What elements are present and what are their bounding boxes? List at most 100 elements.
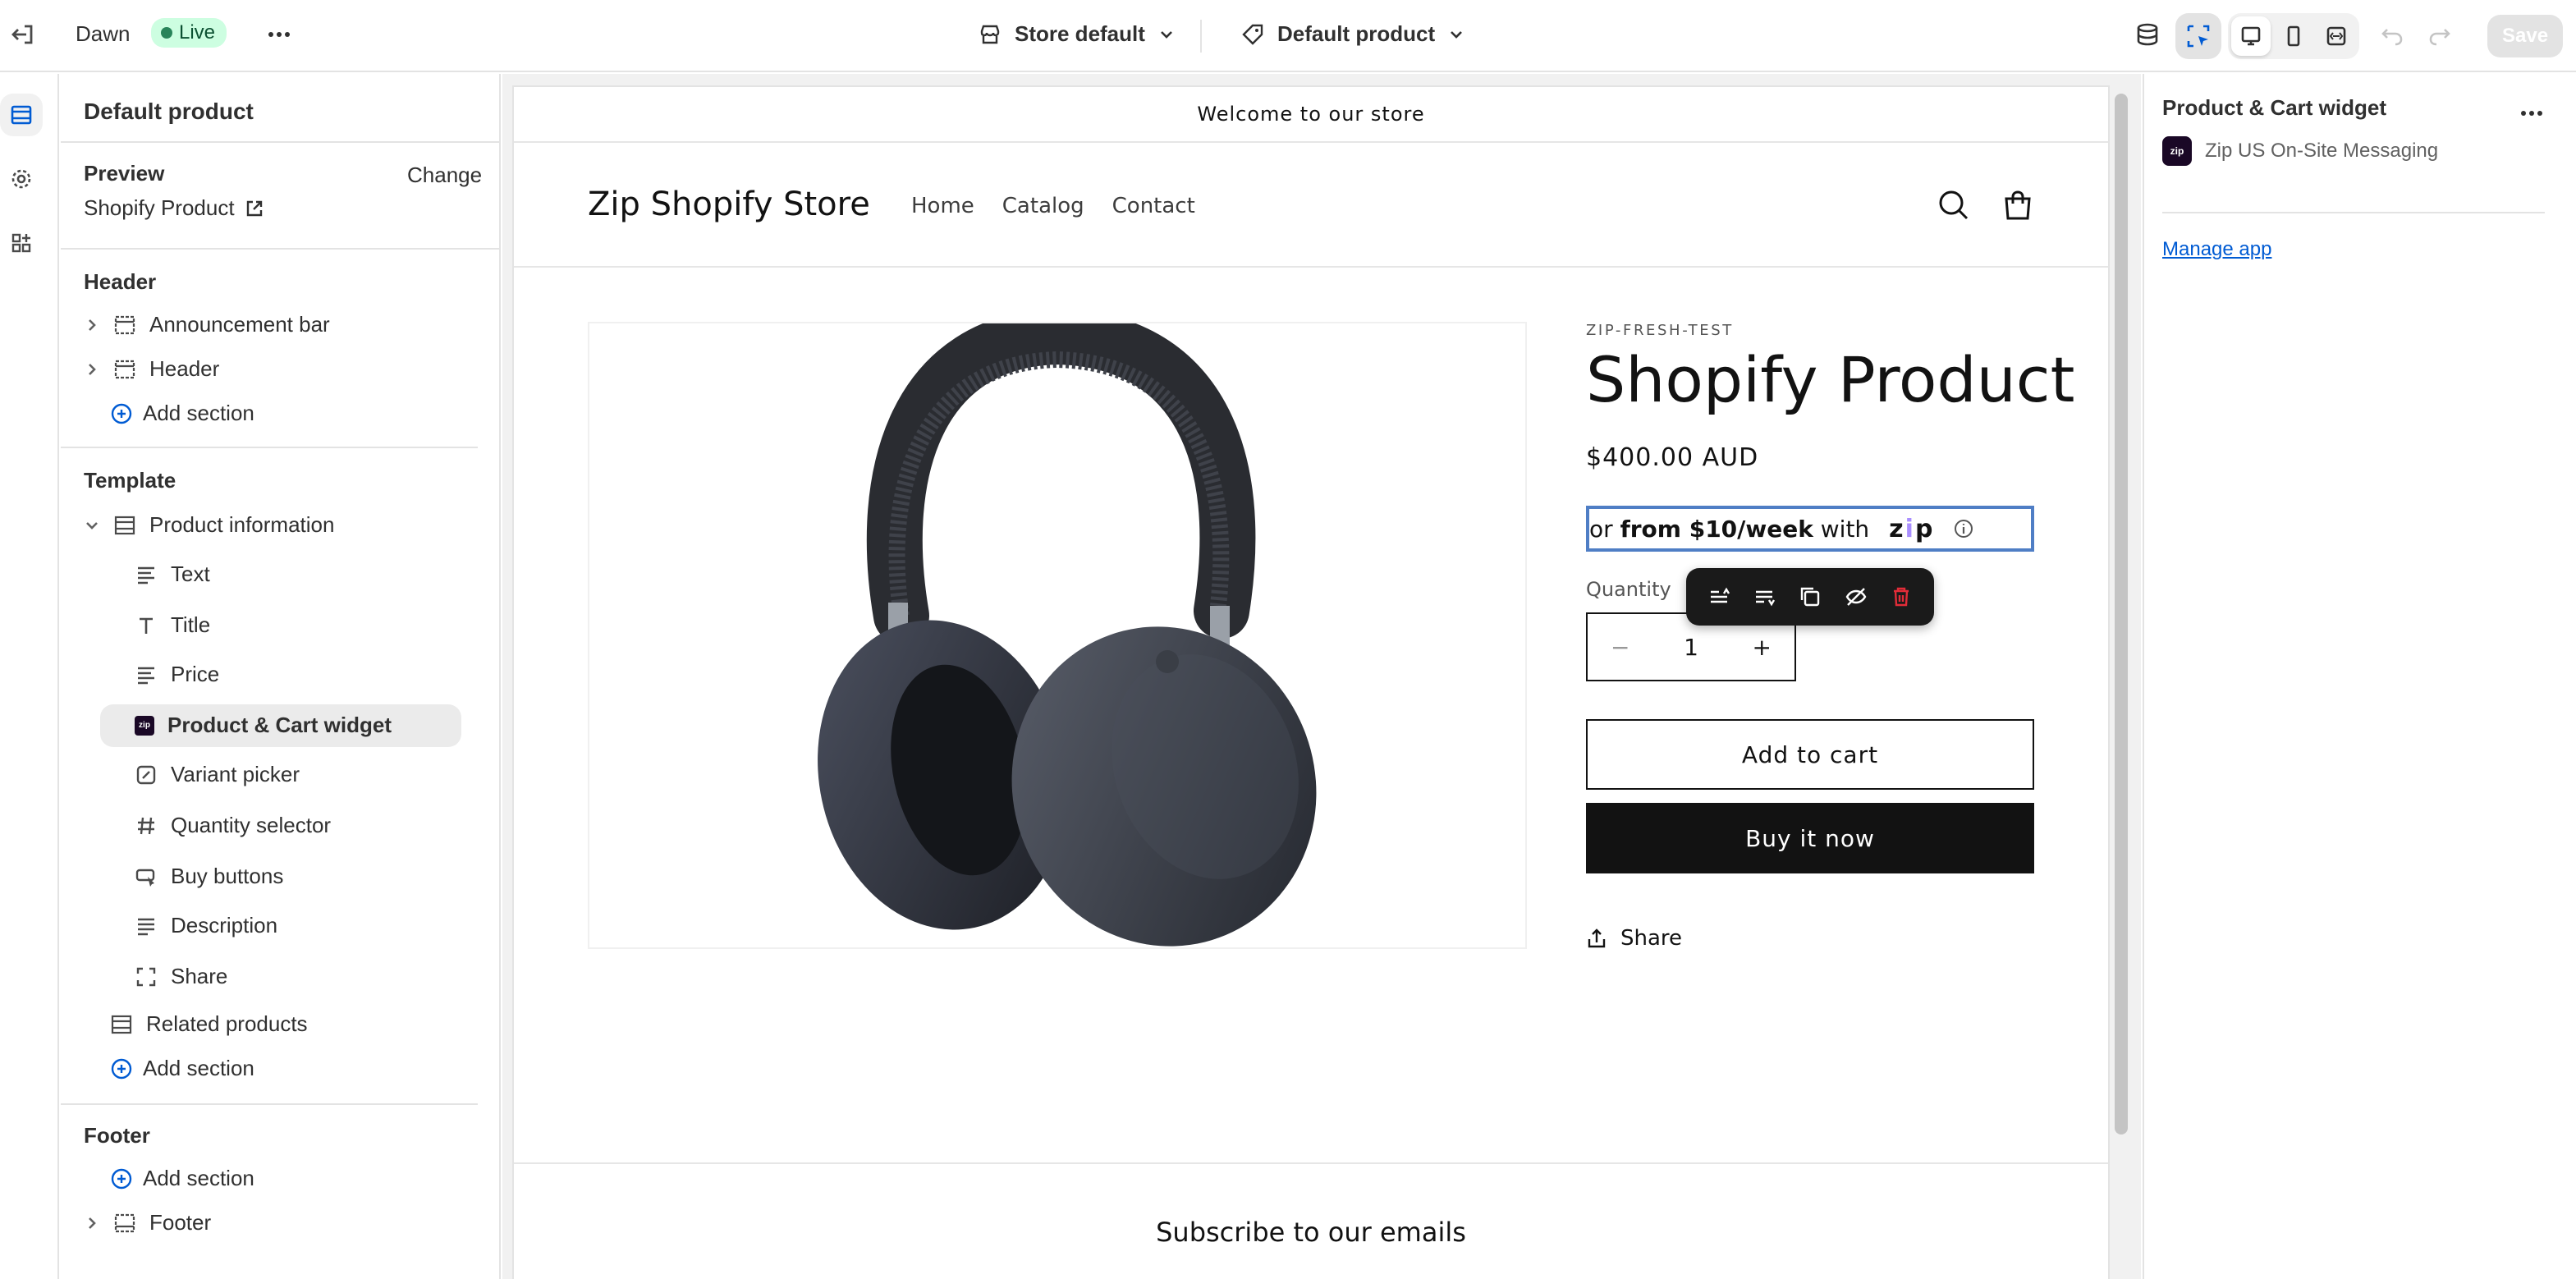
apps-icon[interactable] (0, 222, 43, 264)
change-preview-link[interactable]: Change (407, 163, 482, 188)
device-toggle-group (2228, 13, 2359, 59)
share-button[interactable]: Share (1586, 926, 1682, 951)
quantity-value[interactable]: 1 (1684, 634, 1698, 661)
divider (61, 248, 501, 250)
store-logo[interactable]: Zip Shopify Store (588, 186, 870, 223)
block-settings-panel: Product & Cart widget zip Zip US On-Site… (2143, 74, 2576, 1279)
product-title[interactable]: Shopify Product (1586, 343, 2074, 416)
section-product-information[interactable]: Product information (84, 512, 334, 538)
chevron-right-icon[interactable] (84, 1215, 100, 1231)
chevron-down-icon[interactable] (84, 517, 100, 534)
duplicate-icon[interactable] (1799, 585, 1822, 608)
mobile-view-icon[interactable] (2274, 16, 2313, 56)
section-icon (114, 360, 135, 378)
block-label: Variant picker (171, 762, 300, 786)
save-button[interactable]: Save (2487, 15, 2564, 57)
block-text[interactable]: Text (135, 562, 210, 587)
announcement-bar[interactable]: Welcome to our store (514, 87, 2108, 143)
section-related-products[interactable]: Related products (110, 1011, 308, 1037)
footer-group-label: Footer (84, 1123, 150, 1148)
manage-app-link[interactable]: Manage app (2162, 238, 2271, 261)
nav-home[interactable]: Home (911, 194, 974, 218)
store-header[interactable]: Zip Shopify Store Home Catalog Contact (514, 143, 2108, 268)
quantity-label: Quantity (1586, 578, 1671, 601)
divider (61, 447, 478, 448)
nav-contact[interactable]: Contact (1112, 194, 1195, 218)
desktop-view-icon[interactable] (2231, 16, 2271, 56)
divider (61, 1103, 478, 1105)
price-icon (138, 667, 154, 684)
variant-icon (136, 765, 156, 784)
section-label: Header (149, 356, 220, 381)
sections-icon[interactable] (0, 94, 43, 136)
chevron-down-icon (1161, 30, 1172, 39)
info-icon[interactable] (1954, 519, 1973, 539)
buy-now-button[interactable]: Buy it now (1586, 803, 2034, 873)
template-group-label: Template (84, 468, 176, 493)
move-down-icon[interactable] (1753, 585, 1776, 608)
hash-icon (138, 817, 154, 834)
undo-icon[interactable] (2369, 13, 2415, 59)
block-label: Description (171, 913, 278, 937)
block-price[interactable]: Price (135, 662, 219, 687)
live-badge: Live (151, 18, 227, 48)
section-header[interactable]: Header (84, 356, 219, 382)
exit-icon[interactable] (0, 11, 46, 57)
chevron-down-icon (1451, 30, 1463, 39)
sections-panel: Default product Preview Change Shopify P… (61, 74, 501, 1279)
quantity-decrease-button[interactable]: − (1611, 634, 1629, 661)
cart-icon[interactable] (2000, 187, 2036, 223)
block-label: Title (171, 612, 211, 637)
search-icon[interactable] (1936, 187, 1972, 223)
block-share[interactable]: Share (135, 964, 227, 989)
add-section-footer-button[interactable]: Add section (110, 1166, 254, 1191)
section-footer[interactable]: Footer (84, 1210, 211, 1235)
hide-icon[interactable] (1845, 585, 1868, 608)
settings-gear-icon[interactable] (0, 158, 43, 200)
quantity-increase-button[interactable]: + (1753, 634, 1772, 661)
zip-amount-text: from $10/week (1620, 515, 1813, 543)
fullscreen-view-icon[interactable] (2317, 16, 2356, 56)
block-product-cart-widget[interactable]: zip Product & Cart widget (135, 713, 392, 738)
chevron-right-icon[interactable] (84, 361, 100, 378)
delete-icon[interactable] (1890, 585, 1913, 608)
section-announcement-bar[interactable]: Announcement bar (84, 312, 330, 337)
add-section-label: Add section (143, 1166, 254, 1190)
product-image[interactable] (588, 308, 1527, 949)
block-quantity-selector[interactable]: Quantity selector (135, 813, 331, 838)
more-options-icon[interactable] (2509, 90, 2555, 136)
template-selector[interactable]: Default product (1241, 21, 1464, 47)
block-buy-buttons[interactable]: Buy buttons (135, 864, 283, 889)
zip-widget[interactable]: or from $10/week with zip (1586, 506, 2034, 552)
newsletter-heading: Subscribe to our emails (1156, 1217, 1466, 1248)
store-icon (980, 25, 1000, 44)
nav-catalog[interactable]: Catalog (1002, 194, 1084, 218)
block-title[interactable]: Title (135, 612, 210, 638)
add-to-cart-button[interactable]: Add to cart (1586, 719, 2034, 790)
redo-icon[interactable] (2417, 13, 2463, 59)
plus-circle-icon (111, 1168, 132, 1189)
preview-product-name: Shopify Product (84, 195, 235, 220)
more-actions-icon[interactable] (256, 11, 302, 57)
live-dot-icon (161, 27, 172, 39)
add-section-header-button[interactable]: Add section (110, 401, 254, 426)
button-icon (135, 869, 155, 887)
move-up-icon[interactable] (1707, 585, 1730, 608)
inspector-select-icon[interactable] (2175, 13, 2221, 59)
preview-scrollbar[interactable] (2115, 94, 2128, 1135)
add-section-template-button[interactable]: Add section (110, 1056, 254, 1081)
block-variant-picker[interactable]: Variant picker (135, 762, 300, 787)
external-link-icon (246, 200, 262, 216)
block-description[interactable]: Description (135, 913, 277, 938)
preview-product-link[interactable]: Shopify Product (84, 195, 264, 221)
theme-database-icon[interactable] (2125, 11, 2170, 57)
block-label: Product & Cart widget (167, 713, 392, 737)
product-price[interactable]: $400.00 AUD (1586, 443, 1758, 472)
tag-icon (1242, 24, 1263, 45)
plus-circle-icon (111, 403, 132, 424)
store-selector[interactable]: Store default (979, 21, 1175, 47)
section-label: Announcement bar (149, 312, 330, 337)
chevron-right-icon[interactable] (84, 317, 100, 333)
plus-circle-icon (111, 1058, 132, 1079)
description-icon (138, 918, 154, 935)
